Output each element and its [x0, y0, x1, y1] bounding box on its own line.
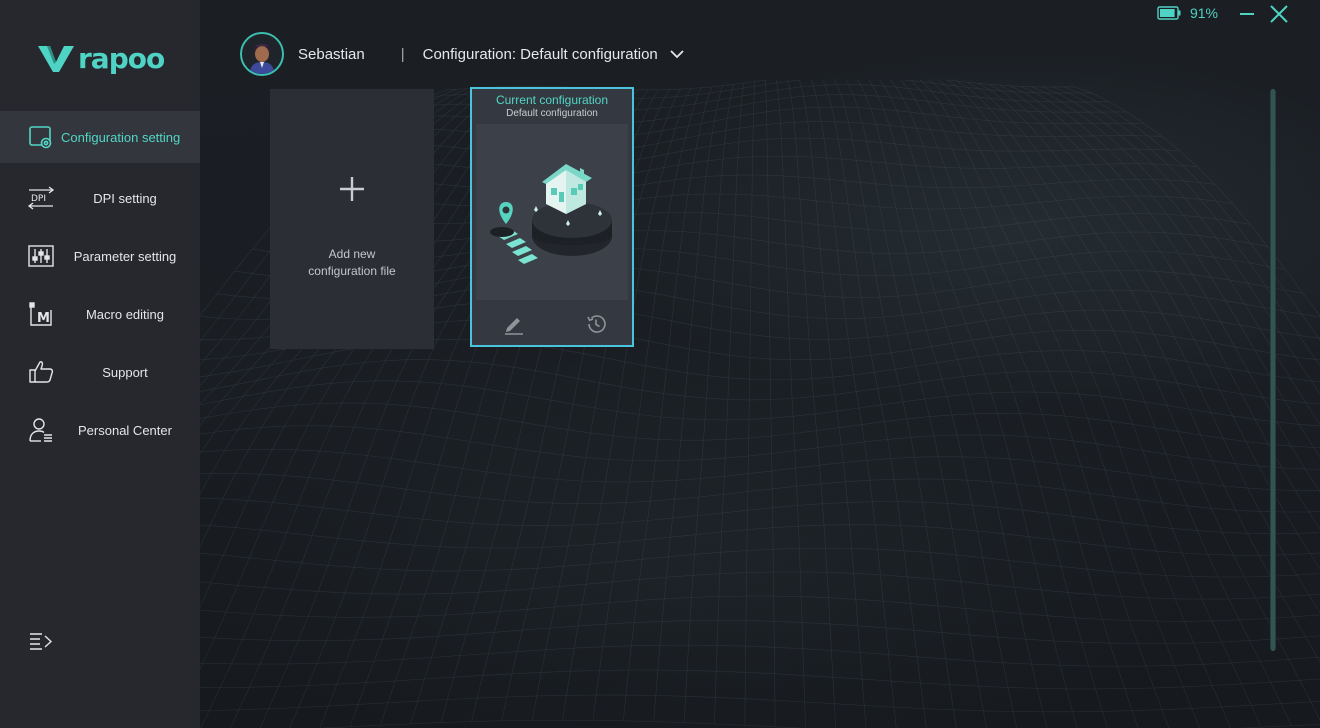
user-list-icon — [26, 415, 56, 445]
close-icon[interactable] — [1268, 4, 1290, 24]
sidebar-item-macro-editing[interactable]: M Macro editing — [0, 285, 200, 343]
minimize-icon[interactable] — [1236, 4, 1258, 24]
main-area: 91% Sebastian | Configuration: Default c… — [200, 0, 1320, 728]
logo-text: rapoo — [78, 41, 165, 75]
username: Sebastian — [298, 45, 365, 63]
sliders-icon — [26, 241, 56, 271]
sidebar-item-label: DPI setting — [93, 190, 157, 206]
chevron-down-icon — [670, 50, 684, 59]
menu-collapse-icon[interactable] — [28, 630, 54, 654]
sidebar-item-dpi-setting[interactable]: DPI DPI setting — [0, 169, 200, 227]
sidebar-item-label: Personal Center — [78, 422, 172, 438]
battery-indicator: 91% — [1157, 5, 1218, 21]
thumbs-up-icon — [26, 357, 56, 387]
config-gear-icon — [26, 122, 56, 152]
current-configuration-card[interactable]: Current configuration Default configurat… — [470, 87, 634, 347]
dpi-icon: DPI — [26, 183, 56, 213]
scrollbar-thumb[interactable] — [1271, 89, 1275, 651]
header-separator: | — [400, 45, 405, 63]
plus-icon — [340, 177, 364, 201]
configuration-actions — [472, 303, 632, 347]
sidebar: rapoo Configuration setting DPI DPI sett… — [0, 0, 200, 728]
add-configuration-card[interactable]: Add new configuration file — [270, 89, 434, 349]
sidebar-item-configuration-setting[interactable]: Configuration setting — [0, 111, 200, 163]
pencil-icon[interactable] — [503, 313, 525, 335]
sidebar-item-label: Parameter setting — [73, 248, 177, 264]
header: Sebastian | Configuration: Default confi… — [240, 32, 684, 76]
svg-text:DPI: DPI — [31, 194, 46, 204]
sidebar-item-support[interactable]: Support — [0, 343, 200, 401]
add-configuration-label-line2: configuration file — [308, 264, 396, 278]
scrollbar[interactable] — [1270, 89, 1276, 651]
sidebar-item-label: Configuration setting — [61, 129, 181, 145]
macro-icon: M — [26, 299, 56, 329]
configuration-select-label: Configuration: Default configuration — [422, 45, 658, 63]
sidebar-item-label: Macro editing — [85, 306, 165, 322]
history-icon[interactable] — [585, 313, 607, 335]
battery-fill — [1159, 9, 1175, 17]
battery-icon — [1157, 6, 1181, 20]
battery-percent: 91% — [1189, 5, 1218, 21]
configuration-select[interactable]: Configuration: Default configuration — [423, 46, 684, 63]
rapoo-v-logo-icon — [38, 46, 74, 72]
sidebar-item-personal-center[interactable]: Personal Center — [0, 401, 200, 459]
sidebar-item-parameter-setting[interactable]: Parameter setting — [0, 227, 200, 285]
svg-text:M: M — [37, 311, 50, 326]
title-bar — [200, 0, 1320, 28]
current-configuration-name: Default configuration — [506, 108, 598, 119]
sidebar-item-label: Support — [102, 364, 148, 380]
avatar[interactable] — [240, 32, 284, 76]
add-configuration-label: Add new configuration file — [270, 246, 434, 280]
rapoo-logo: rapoo — [38, 40, 165, 76]
sidebar-nav: Configuration setting DPI DPI setting Pa… — [0, 111, 200, 459]
house-location-illustration — [490, 164, 612, 264]
add-configuration-label-line1: Add new — [328, 247, 376, 261]
configuration-thumbnail — [476, 124, 628, 300]
current-configuration-title: Current configuration — [495, 93, 609, 107]
